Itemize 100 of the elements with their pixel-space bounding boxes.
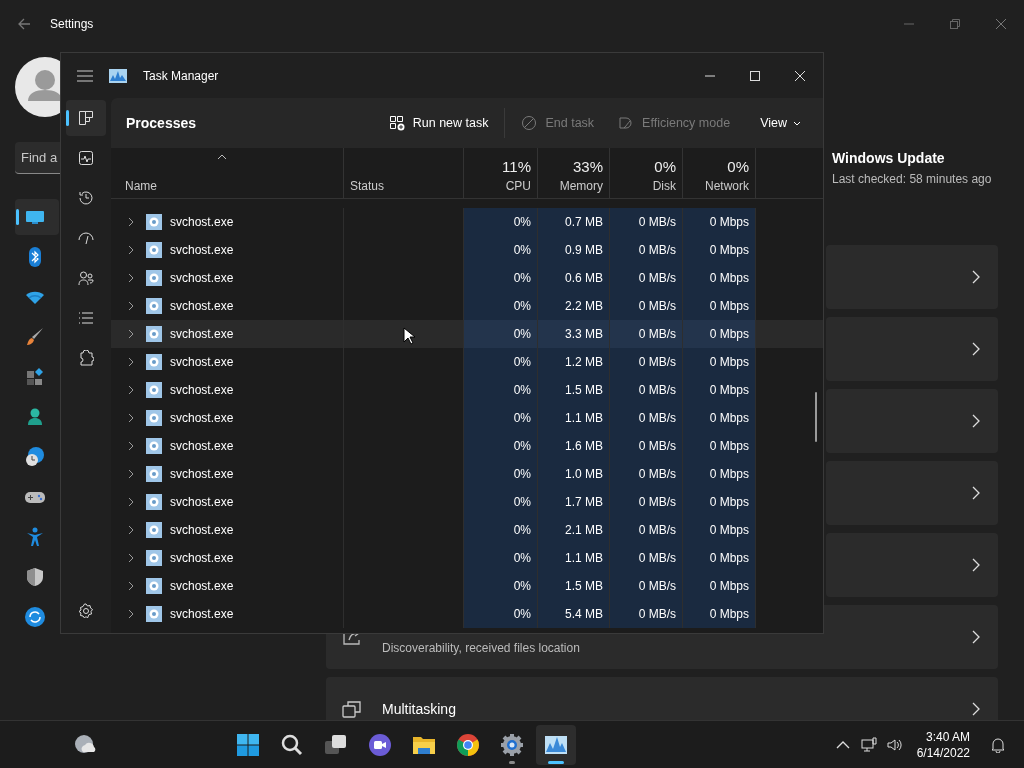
usage-percent: 0%	[654, 158, 676, 175]
expand-chevron-icon[interactable]	[128, 581, 134, 591]
table-cell: 0%	[464, 460, 538, 488]
table-cell: 1.1 MB	[538, 544, 610, 572]
search-icon	[279, 732, 304, 757]
expand-chevron-icon[interactable]	[128, 329, 134, 339]
process-row[interactable]: svchost.exe 0% 1.0 MB 0 MB/s 0 Mbps	[111, 460, 823, 488]
paintbrush-icon	[25, 327, 45, 347]
table-cell: 0%	[464, 320, 538, 348]
settings-card[interactable]: Multitasking	[326, 677, 998, 720]
table-cell: 0 MB/s	[610, 348, 683, 376]
column-header[interactable]: Name	[125, 179, 337, 193]
page-title: Processes	[126, 115, 197, 131]
table-cell: 0 Mbps	[683, 376, 756, 404]
column-header[interactable]: CPU	[505, 179, 531, 193]
table-cell: 0%	[464, 236, 538, 264]
process-row[interactable]: svchost.exe 0% 0.7 MB 0 MB/s 0 Mbps	[111, 208, 823, 236]
clock-time[interactable]: 3:40 AM	[926, 728, 970, 745]
process-row[interactable]: svchost.exe 0% 1.1 MB 0 MB/s 0 Mbps	[111, 404, 823, 432]
process-row[interactable]: svchost.exe 0% 2.2 MB 0 MB/s 0 Mbps	[111, 292, 823, 320]
column-header[interactable]: Memory	[559, 179, 603, 193]
search-field[interactable]: Find a	[15, 142, 60, 174]
mouse-cursor	[403, 327, 415, 345]
process-name: svchost.exe	[170, 355, 234, 369]
expand-chevron-icon[interactable]	[128, 497, 134, 507]
apps-icon	[25, 367, 45, 387]
process-name: svchost.exe	[170, 579, 234, 593]
caret-icon	[793, 120, 801, 126]
expand-chevron-icon[interactable]	[128, 553, 134, 563]
table-cell: 0 MB/s	[610, 208, 683, 236]
scrollbar-thumb[interactable]	[815, 392, 817, 442]
expand-chevron-icon[interactable]	[128, 413, 134, 423]
expand-chevron-icon[interactable]	[128, 609, 134, 619]
table-cell: 0 MB/s	[610, 516, 683, 544]
process-row[interactable]: svchost.exe 0% 1.2 MB 0 MB/s 0 Mbps	[111, 348, 823, 376]
process-row[interactable]: svchost.exe 0% 1.1 MB 0 MB/s 0 Mbps	[111, 544, 823, 572]
process-row[interactable]: svchost.exe 0% 1.7 MB 0 MB/s 0 Mbps	[111, 488, 823, 516]
expand-chevron-icon[interactable]	[128, 469, 134, 479]
table-cell: 0 MB/s	[610, 376, 683, 404]
process-row[interactable]: svchost.exe 0% 1.5 MB 0 MB/s 0 Mbps	[111, 572, 823, 600]
table-cell: 0 MB/s	[610, 320, 683, 348]
expand-chevron-icon[interactable]	[128, 245, 134, 255]
puzzle-icon	[78, 350, 94, 366]
table-cell: 1.5 MB	[538, 572, 610, 600]
column-header[interactable]: Disk	[652, 179, 676, 193]
table-cell: 0%	[464, 264, 538, 292]
table-cell: 0 Mbps	[683, 264, 756, 292]
usage-percent: 0%	[727, 158, 749, 175]
task-manager-taskbar-button[interactable]	[535, 724, 576, 765]
back-icon[interactable]	[16, 16, 32, 32]
process-row[interactable]: svchost.exe 0% 1.5 MB 0 MB/s 0 Mbps	[111, 376, 823, 404]
gear-app-icon	[146, 382, 162, 398]
column-header[interactable]: Status	[350, 179, 457, 193]
process-name: svchost.exe	[170, 215, 234, 229]
table-cell: 0%	[464, 376, 538, 404]
shield-icon	[25, 567, 45, 587]
table-cell: 0 Mbps	[683, 320, 756, 348]
command-button[interactable]: Run new task	[376, 109, 501, 137]
table-cell: 0 MB/s	[610, 292, 683, 320]
prohibited-icon	[521, 115, 538, 131]
process-row[interactable]: svchost.exe 0% 1.6 MB 0 MB/s 0 Mbps	[111, 432, 823, 460]
expand-chevron-icon[interactable]	[128, 301, 134, 311]
sort-caret-icon[interactable]	[217, 154, 227, 160]
window-title: Settings	[50, 17, 94, 31]
table-cell: 0%	[464, 432, 538, 460]
clock-date[interactable]: 6/14/2022	[916, 744, 970, 761]
table-cell: 0 MB/s	[610, 488, 683, 516]
gear-app-icon	[146, 298, 162, 314]
list-icon	[78, 310, 94, 326]
table-cell: 3.3 MB	[538, 320, 610, 348]
process-row[interactable]: svchost.exe 0% 0.6 MB 0 MB/s 0 Mbps	[111, 264, 823, 292]
volume-icon[interactable]	[886, 736, 903, 753]
process-name: svchost.exe	[170, 551, 234, 565]
chat-icon	[367, 732, 392, 757]
expand-chevron-icon[interactable]	[128, 385, 134, 395]
expand-chevron-icon[interactable]	[128, 441, 134, 451]
expand-chevron-icon[interactable]	[128, 217, 134, 227]
expand-chevron-icon[interactable]	[128, 525, 134, 535]
processes-tab[interactable]	[66, 100, 106, 136]
process-row[interactable]: svchost.exe 0% 2.1 MB 0 MB/s 0 Mbps	[111, 516, 823, 544]
settings-icon[interactable]	[78, 603, 94, 619]
maximize-icon[interactable]	[750, 70, 760, 81]
table-cell: 0 Mbps	[683, 460, 756, 488]
table-cell: 2.2 MB	[538, 292, 610, 320]
notification-icon[interactable]	[990, 736, 1006, 753]
table-cell: 0 Mbps	[683, 348, 756, 376]
table-cell: 0 MB/s	[610, 460, 683, 488]
menu-icon[interactable]	[77, 67, 93, 84]
gear-app-icon	[146, 606, 162, 622]
table-cell: 0%	[464, 348, 538, 376]
expand-chevron-icon[interactable]	[128, 357, 134, 367]
network-icon[interactable]	[860, 736, 877, 753]
table-cell: 0 MB/s	[610, 600, 683, 628]
process-row[interactable]: svchost.exe 0% 0.9 MB 0 MB/s 0 Mbps	[111, 236, 823, 264]
nav-item[interactable]	[15, 199, 59, 235]
process-row[interactable]: svchost.exe 0% 3.3 MB 0 MB/s 0 Mbps	[111, 320, 823, 348]
column-header[interactable]: Network	[705, 179, 749, 193]
expand-chevron-icon[interactable]	[128, 273, 134, 283]
view-menu-button[interactable]: View	[748, 110, 813, 136]
gear-app-icon	[146, 494, 162, 510]
